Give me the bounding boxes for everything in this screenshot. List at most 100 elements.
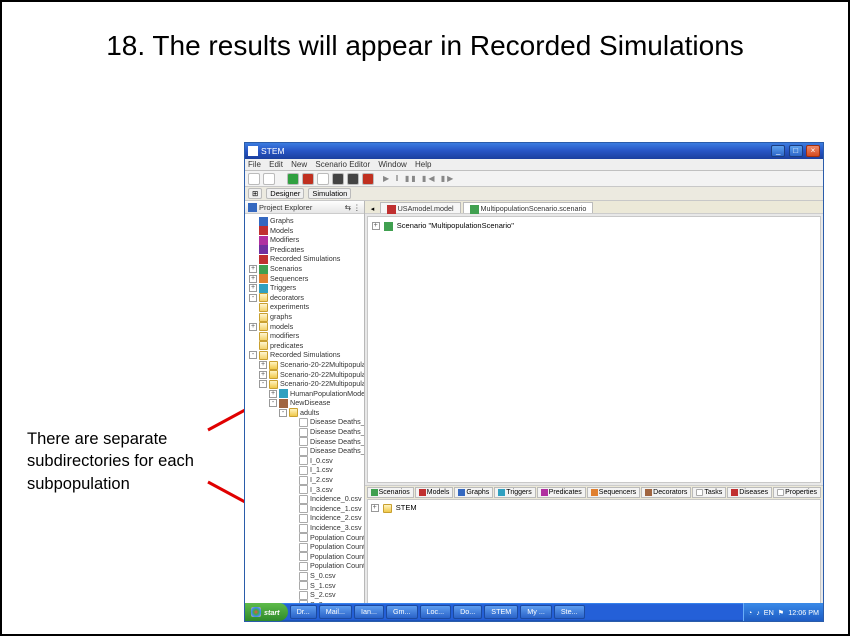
tray-clock[interactable]: 12:06 PM — [788, 608, 819, 617]
tree-item[interactable]: +Triggers — [249, 283, 362, 293]
tree-item[interactable]: +Scenario-20-22MultipopulationScenario-2… — [259, 360, 362, 370]
taskbar-item[interactable]: Ian... — [354, 605, 384, 619]
tree-item[interactable]: +Scenario-20-22MultipopulationScenario-2… — [259, 370, 362, 380]
menu-file[interactable]: File — [248, 160, 261, 169]
expand-icon[interactable]: - — [249, 351, 257, 359]
tree-item[interactable]: Recorded Simulations — [249, 254, 362, 264]
taskbar-item[interactable]: Mail... — [319, 605, 352, 619]
menu-new[interactable]: New — [291, 160, 307, 169]
taskbar-item[interactable]: STEM — [484, 605, 518, 619]
view-tab[interactable]: Diseases — [727, 487, 772, 498]
close-button[interactable]: × — [806, 145, 820, 157]
tree-item[interactable]: predicates — [249, 341, 362, 351]
taskbar-item[interactable]: My ... — [520, 605, 552, 619]
toolbar-btn[interactable] — [263, 173, 275, 185]
menu-edit[interactable]: Edit — [269, 160, 283, 169]
tree-item[interactable]: -Scenario-20-22MultipopulationScenario-2… — [259, 379, 362, 613]
tree-item[interactable]: S_0.csv — [289, 571, 362, 581]
toolbar-btn[interactable] — [332, 173, 344, 185]
play-controls[interactable]: ▶ ‖ ▮▮ ▮◀ ▮▶ — [383, 174, 455, 183]
tree-item[interactable]: Disease Deaths_1.csv — [289, 427, 362, 437]
tree-item[interactable]: Incidence_3.csv — [289, 523, 362, 533]
tree-item[interactable]: +Scenarios — [249, 264, 362, 274]
expand-icon[interactable]: + — [371, 504, 379, 512]
tree-item[interactable]: Population Count_3.csv — [289, 561, 362, 571]
tree-item[interactable]: Disease Deaths_0.csv — [289, 417, 362, 427]
tree-item[interactable]: -NewDisease-adultsDisease Deaths_0.csvDi… — [269, 398, 362, 613]
tray-icon[interactable]: ♪ — [756, 608, 760, 617]
tree-item[interactable]: Population Count_1.csv — [289, 542, 362, 552]
toolbar-btn[interactable] — [302, 173, 314, 185]
pane-toolbar[interactable]: ⇆ ⋮ — [345, 203, 361, 212]
taskbar-item[interactable]: Do... — [453, 605, 482, 619]
view-tab[interactable]: Decorators — [641, 487, 691, 498]
open-perspective-button[interactable]: ⊞ — [248, 188, 262, 199]
tree-item[interactable]: Predicates — [249, 245, 362, 255]
taskbar-item[interactable]: Ste... — [554, 605, 585, 619]
editor-tab[interactable]: USAmodel.model — [380, 202, 461, 213]
tree-item[interactable]: +Sequencers — [249, 274, 362, 284]
view-tab[interactable]: Scenarios — [367, 487, 414, 498]
expand-icon[interactable]: + — [269, 390, 277, 398]
tree-item[interactable]: Graphs — [249, 216, 362, 226]
tree-item[interactable]: -adultsDisease Deaths_0.csvDisease Death… — [279, 408, 362, 609]
taskbar-item[interactable]: Loc... — [420, 605, 452, 619]
project-tree[interactable]: GraphsModelsModifiersPredicatesRecorded … — [245, 214, 364, 613]
view-tab[interactable]: Predicates — [537, 487, 586, 498]
tray-icon[interactable]: ⚑ — [778, 608, 784, 617]
tree-item[interactable]: I_1.csv — [289, 465, 362, 475]
tree-item[interactable]: graphs — [249, 312, 362, 322]
expand-icon[interactable]: + — [249, 275, 257, 283]
editor-tab-prefix[interactable]: ◂ — [368, 204, 378, 213]
expand-icon[interactable]: + — [259, 361, 267, 369]
view-tab[interactable]: Tasks — [692, 487, 726, 498]
taskbar-item[interactable]: Dr... — [290, 605, 317, 619]
maximize-button[interactable]: □ — [789, 145, 803, 157]
tree-item[interactable]: S_2.csv — [289, 590, 362, 600]
editor-body[interactable]: + Scenario "MultipopulationScenario" — [367, 216, 821, 483]
tree-item[interactable]: Modifiers — [249, 235, 362, 245]
taskbar-item[interactable]: Gm... — [386, 605, 418, 619]
perspective-designer[interactable]: Designer — [266, 188, 304, 199]
tree-item[interactable]: I_0.csv — [289, 456, 362, 466]
toolbar-btn[interactable] — [362, 173, 374, 185]
tree-item[interactable]: +HumanPopulationModel — [269, 389, 362, 399]
tree-item[interactable]: -Recorded Simulations+Scenario-20-22Mult… — [249, 350, 362, 613]
tree-item[interactable]: Incidence_1.csv — [289, 504, 362, 514]
tree-item[interactable]: Incidence_0.csv — [289, 494, 362, 504]
tree-item[interactable]: Population Count_0.csv — [289, 533, 362, 543]
expand-icon[interactable]: - — [279, 409, 287, 417]
expand-icon[interactable]: + — [372, 222, 380, 230]
tree-item[interactable]: I_2.csv — [289, 475, 362, 485]
tree-item[interactable]: Disease Deaths_3.csv — [289, 446, 362, 456]
expand-icon[interactable]: + — [249, 284, 257, 292]
expand-icon[interactable]: - — [269, 399, 277, 407]
toolbar-btn[interactable] — [347, 173, 359, 185]
tree-item[interactable]: Models — [249, 226, 362, 236]
expand-icon[interactable]: - — [249, 294, 257, 302]
view-tab[interactable]: Graphs — [454, 487, 493, 498]
tree-item[interactable]: modifiers — [249, 331, 362, 341]
titlebar[interactable]: STEM _ □ × — [245, 143, 823, 159]
view-tab[interactable]: Triggers — [494, 487, 535, 498]
editor-tab[interactable]: MultipopulationScenario.scenario — [463, 202, 594, 213]
tree-item[interactable]: I_3.csv — [289, 485, 362, 495]
tree-item[interactable]: experiments — [249, 302, 362, 312]
start-button[interactable]: start — [245, 603, 288, 621]
tree-item[interactable]: Population Count_2.csv — [289, 552, 362, 562]
view-tab[interactable]: Sequencers — [587, 487, 640, 498]
lower-body[interactable]: + STEM — [367, 499, 821, 611]
toolbar-btn[interactable] — [317, 173, 329, 185]
view-tab[interactable]: Properties — [773, 487, 821, 498]
tree-item[interactable]: +models — [249, 322, 362, 332]
toolbar-btn[interactable] — [248, 173, 260, 185]
tree-item[interactable]: Disease Deaths_2.csv — [289, 437, 362, 447]
tray-lang[interactable]: EN — [764, 608, 774, 617]
expand-icon[interactable]: + — [249, 265, 257, 273]
toolbar-btn[interactable] — [287, 173, 299, 185]
tree-item[interactable]: S_1.csv — [289, 581, 362, 591]
expand-icon[interactable]: + — [259, 371, 267, 379]
menu-scenario-editor[interactable]: Scenario Editor — [315, 160, 370, 169]
perspective-simulation[interactable]: Simulation — [308, 188, 351, 199]
expand-icon[interactable]: - — [259, 380, 267, 388]
